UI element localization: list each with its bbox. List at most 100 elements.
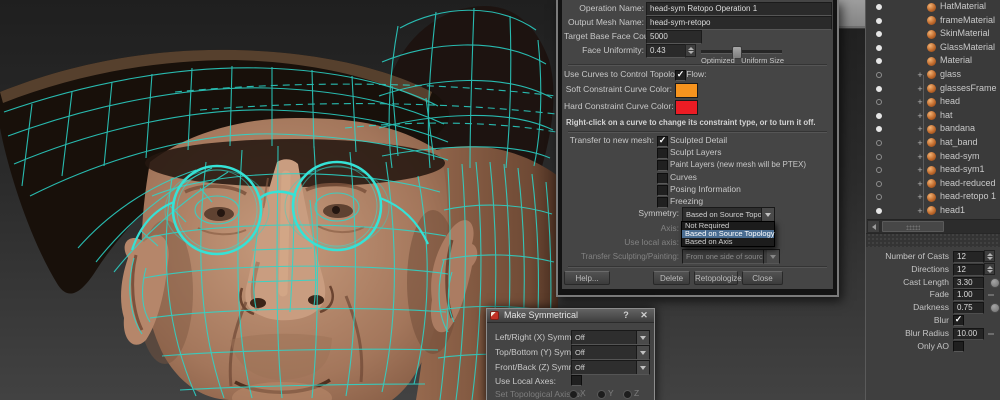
symmetry-dropdown[interactable]: Based on Source Topology (682, 207, 775, 222)
transfer-curves-checkbox[interactable] (657, 173, 668, 184)
face-uniformity-spinner[interactable] (685, 44, 696, 57)
object-list-item[interactable]: hat (866, 109, 1000, 123)
directions-spinner[interactable] (984, 263, 995, 275)
chevron-down-icon[interactable] (761, 208, 774, 221)
help-icon[interactable]: ? (620, 309, 632, 322)
tb-symmetry-dropdown[interactable]: Off (571, 345, 650, 360)
symmetry-option[interactable]: Based on Axis (682, 238, 774, 246)
chevron-down-icon[interactable] (636, 361, 649, 374)
visibility-toggle[interactable] (876, 140, 882, 146)
object-list-item[interactable]: HatMaterial (866, 0, 1000, 14)
horizontal-scrollbar[interactable] (867, 219, 1000, 233)
soft-constraint-color-swatch[interactable] (675, 83, 698, 98)
output-mesh-name-input[interactable]: head-sym-retopo (646, 16, 832, 30)
visibility-toggle[interactable] (876, 4, 882, 10)
close-button[interactable]: Close (742, 271, 783, 285)
expand-icon[interactable] (916, 180, 924, 188)
expand-icon[interactable] (916, 193, 924, 201)
directions-input[interactable]: 12 (953, 264, 984, 276)
property-row: Blur (866, 314, 1000, 327)
object-list-item[interactable]: hat_band (866, 136, 1000, 150)
visibility-toggle[interactable] (876, 208, 882, 214)
number-of-casts-input[interactable]: 12 (953, 251, 984, 263)
target-face-count-input[interactable]: 5000 (646, 30, 702, 44)
visibility-toggle[interactable] (876, 45, 882, 51)
axis-z-radio[interactable] (623, 390, 632, 399)
visibility-toggle[interactable] (876, 154, 882, 160)
object-list-item[interactable]: head-sym (866, 150, 1000, 164)
delete-button[interactable]: Delete (653, 271, 690, 285)
expand-icon[interactable] (916, 139, 924, 147)
object-list-item[interactable]: Material (866, 54, 1000, 68)
object-list-item[interactable]: GlassMaterial (866, 41, 1000, 55)
scroll-left-icon[interactable] (867, 220, 880, 233)
fade-slider-track[interactable] (988, 294, 994, 296)
fb-symmetry-dropdown[interactable]: Off (571, 360, 650, 375)
cast-length-slider-handle[interactable] (990, 278, 1000, 288)
visibility-toggle[interactable] (876, 58, 882, 64)
visibility-toggle[interactable] (876, 167, 882, 173)
visibility-toggle[interactable] (876, 31, 882, 37)
darkness-input[interactable]: 0.75 (953, 302, 984, 314)
visibility-toggle[interactable] (876, 18, 882, 24)
retopologize-button[interactable]: Retopologize (694, 271, 738, 285)
object-list-item[interactable]: head-sym1 (866, 163, 1000, 177)
expand-icon[interactable] (916, 125, 924, 133)
expand-icon[interactable] (916, 98, 924, 106)
expand-icon[interactable] (916, 85, 924, 93)
mesh-icon (927, 138, 936, 147)
visibility-toggle[interactable] (876, 194, 882, 200)
object-list-item[interactable]: frameMaterial (866, 14, 1000, 28)
close-icon[interactable]: ✕ (638, 309, 650, 322)
transfer-posing-checkbox[interactable] (657, 185, 668, 196)
operation-name-input[interactable]: head-sym Retopo Operation 1 (646, 2, 832, 16)
transfer-sculpted-detail-checkbox[interactable] (657, 136, 668, 147)
object-list-item[interactable]: bandana (866, 122, 1000, 136)
help-button[interactable]: Help... (564, 271, 610, 285)
make-symmetrical-titlebar[interactable]: Make Symmetrical ? ✕ (487, 309, 654, 323)
expand-icon[interactable] (916, 207, 924, 215)
number-of-casts-spinner[interactable] (984, 250, 995, 262)
object-list-item[interactable]: glassesFrame (866, 82, 1000, 96)
object-list-item[interactable]: SkinMaterial (866, 27, 1000, 41)
use-local-axes-checkbox[interactable] (571, 375, 582, 386)
fade-input[interactable]: 1.00 (953, 289, 984, 301)
use-curves-checkbox[interactable] (675, 70, 686, 81)
chevron-down-icon[interactable] (636, 331, 649, 344)
transfer-paint-layers-checkbox[interactable] (657, 160, 668, 171)
object-list-item[interactable]: head1 (866, 204, 1000, 218)
axis-y-radio[interactable] (597, 390, 606, 399)
visibility-toggle[interactable] (876, 86, 882, 92)
visibility-toggle[interactable] (876, 99, 882, 105)
darkness-slider-handle[interactable] (990, 303, 1000, 313)
object-label: Material (940, 54, 972, 68)
material-icon (927, 16, 936, 25)
expand-icon[interactable] (916, 153, 924, 161)
expand-icon[interactable] (916, 112, 924, 120)
dialog-title: Make Symmetrical (504, 309, 578, 322)
expand-icon[interactable] (916, 71, 924, 79)
object-list-item[interactable]: glass (866, 68, 1000, 82)
axis-x-radio[interactable] (569, 390, 578, 399)
only-ao-checkbox[interactable] (953, 341, 964, 352)
blur-radius-input[interactable]: 10.00 (953, 328, 984, 340)
property-label: Number of Casts (866, 250, 949, 263)
expand-icon[interactable] (916, 166, 924, 174)
visibility-toggle[interactable] (876, 126, 882, 132)
chevron-down-icon[interactable] (636, 346, 649, 359)
visibility-toggle[interactable] (876, 181, 882, 187)
cast-length-input[interactable]: 3.30 (953, 277, 984, 289)
visibility-toggle[interactable] (876, 113, 882, 119)
scrollbar-thumb[interactable] (882, 221, 944, 232)
object-list: HatMaterial frameMaterial SkinMaterial G… (866, 0, 1000, 218)
object-list-item[interactable]: head (866, 95, 1000, 109)
lr-symmetry-dropdown[interactable]: Off (571, 330, 650, 345)
object-list-item[interactable]: head-reduced (866, 177, 1000, 191)
hard-constraint-color-swatch[interactable] (675, 100, 698, 115)
blur-radius-slider-track[interactable] (988, 333, 994, 335)
object-list-item[interactable]: head-retopo 1 (866, 190, 1000, 204)
face-uniformity-input[interactable]: 0.43 (646, 44, 686, 58)
blur-checkbox[interactable] (953, 315, 964, 326)
transfer-sculpt-layers-checkbox[interactable] (657, 148, 668, 159)
visibility-toggle[interactable] (876, 72, 882, 78)
